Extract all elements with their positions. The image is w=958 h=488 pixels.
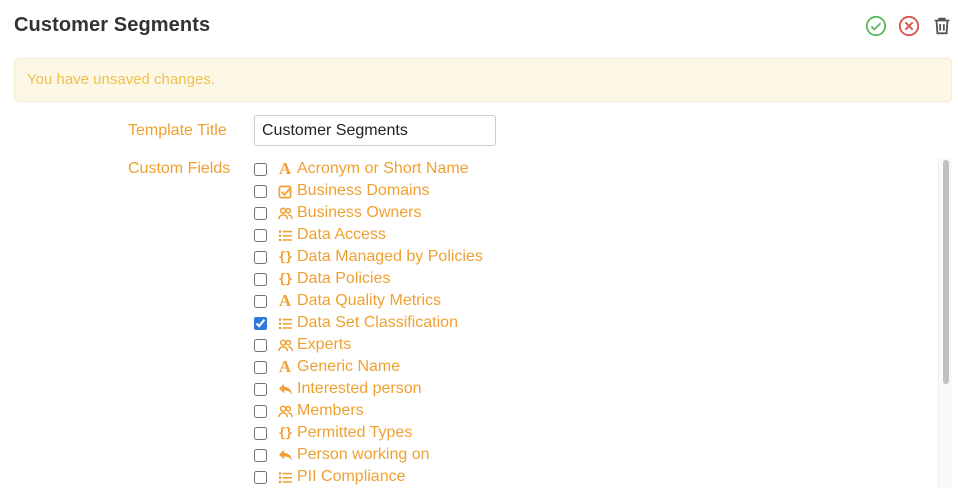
custom-field-item[interactable]: Data Access [250,224,930,246]
custom-field-checkbox[interactable] [254,294,267,308]
custom-field-item[interactable]: Business Owners [250,202,930,224]
custom-field-checkbox[interactable] [254,448,267,462]
custom-field-label: Generic Name [297,358,401,375]
custom-field-checkbox[interactable] [254,360,267,374]
custom-field-checkbox[interactable] [254,338,267,352]
custom-field-label: PII Compliance [297,468,406,485]
custom-field-checkbox[interactable] [254,426,267,440]
custom-field-item[interactable]: {} Data Policies [250,268,930,290]
cancel-button[interactable] [897,14,921,38]
reply-icon [277,381,293,397]
custom-field-item[interactable]: A Data Quality Metrics [250,290,930,312]
checkbox-icon [277,183,293,199]
custom-field-label: Data Policies [297,270,391,287]
list-icon [277,315,293,331]
scrollbar-thumb[interactable] [943,160,949,384]
braces-icon: {} [278,425,293,441]
custom-field-item[interactable]: A Generic Name [250,356,930,378]
users-icon [277,403,293,419]
custom-field-label: Data Managed by Policies [297,248,483,265]
braces-icon: {} [278,249,293,265]
custom-field-label: Person working on [297,446,430,463]
custom-field-label: Business Owners [297,204,422,221]
template-title-label: Template Title [128,122,227,139]
custom-field-label: Business Domains [297,182,430,199]
custom-field-item[interactable]: Experts [250,334,930,356]
custom-field-label: Members [297,402,364,419]
text-icon: A [278,159,292,178]
custom-field-item[interactable]: {} Permitted Types [250,422,930,444]
custom-field-checkbox[interactable] [254,250,267,264]
custom-field-item[interactable]: {} Data Managed by Policies [250,246,930,268]
check-circle-icon [865,15,887,37]
custom-field-item[interactable]: Data Set Classification [250,312,930,334]
custom-field-item[interactable]: Business Domains [250,180,930,202]
users-icon [277,337,293,353]
custom-field-checkbox[interactable] [254,470,267,484]
custom-field-item[interactable]: Interested person [250,378,930,400]
custom-field-item[interactable]: Members [250,400,930,422]
custom-field-item[interactable]: A Acronym or Short Name [250,158,930,180]
custom-field-label: Experts [297,336,352,353]
custom-field-label: Data Access [297,226,386,243]
users-icon [277,205,293,221]
unsaved-changes-alert: You have unsaved changes. [14,58,952,102]
custom-field-label: Data Quality Metrics [297,292,442,309]
delete-button[interactable] [930,14,954,38]
custom-fields-list: A Acronym or Short Name Business Domains Bu… [250,158,930,488]
custom-field-checkbox[interactable] [254,206,267,220]
list-icon [277,469,293,485]
text-icon: A [278,357,292,376]
x-circle-icon [898,15,920,37]
header-actions [864,14,954,38]
custom-field-checkbox[interactable] [254,382,267,396]
custom-field-item[interactable]: PII Compliance [250,466,930,488]
template-title-input[interactable] [254,115,496,146]
braces-icon: {} [278,271,293,287]
custom-field-label: Permitted Types [297,424,413,441]
custom-field-checkbox[interactable] [254,316,267,330]
reply-icon [277,447,293,463]
custom-field-checkbox[interactable] [254,404,267,418]
trash-icon [934,17,950,35]
custom-field-label: Acronym or Short Name [297,160,469,177]
confirm-button[interactable] [864,14,888,38]
page-title: Customer Segments [14,14,211,36]
list-icon [277,227,293,243]
custom-field-checkbox[interactable] [254,272,267,286]
custom-field-checkbox[interactable] [254,162,267,176]
custom-field-checkbox[interactable] [254,184,267,198]
custom-field-label: Interested person [297,380,422,397]
custom-fields-label: Custom Fields [128,160,231,177]
custom-field-label: Data Set Classification [297,314,458,331]
custom-fields-scrollbar[interactable] [938,158,952,488]
custom-field-checkbox[interactable] [254,228,267,242]
text-icon: A [278,291,292,310]
header: Customer Segments [14,14,954,42]
custom-field-item[interactable]: Person working on [250,444,930,466]
